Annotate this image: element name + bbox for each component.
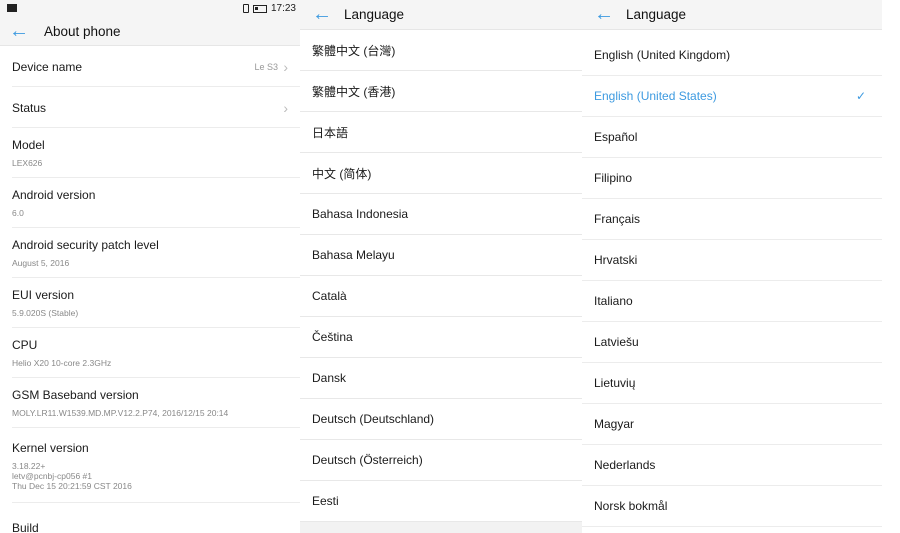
item-label: CPU (12, 338, 38, 352)
about-item-device-name[interactable]: Device name Le S3 › (0, 46, 300, 87)
language-label: Filipino (594, 171, 633, 185)
language-label: Català (312, 289, 347, 303)
language-option[interactable]: Deutsch (Deutschland) (300, 399, 582, 440)
language-option[interactable]: Deutsch (Österreich) (300, 440, 582, 481)
chevron-right-icon: › (283, 99, 288, 116)
item-label: Kernel version (12, 440, 89, 455)
language-label: Norsk bokmål (594, 499, 668, 513)
item-value: LEX626 (12, 158, 43, 168)
language-label: Lietuvių (594, 376, 636, 390)
about-item-kernel-version: Kernel version 3.18.22+ letv@pcnbj-cp056 #… (0, 428, 300, 503)
item-value-line: letv@pcnbj-cp056 #1 (12, 470, 92, 481)
item-label: Android security patch level (12, 238, 159, 252)
battery-icon (252, 4, 267, 13)
item-label: EUI version (12, 288, 75, 302)
language-option[interactable]: English (United States) ✓ (582, 76, 882, 117)
page-title: Language (626, 7, 687, 22)
language-screen-2: ← Language English (United Kingdom) Engli… (582, 0, 882, 533)
page-title: About phone (44, 24, 121, 39)
language-option[interactable]: Català (300, 276, 582, 317)
item-label: Status (12, 100, 47, 115)
item-value: Le S3 (254, 61, 278, 72)
language-label: Deutsch (Deutschland) (312, 412, 435, 426)
language-option[interactable]: Lietuvių (582, 363, 882, 404)
item-value: MOLY.LR11.W1539.MD.MP.V12.2.P74, 2016/12… (12, 408, 229, 418)
checkmark-icon: ✓ (855, 89, 866, 103)
about-item-model: Model LEX626 (0, 128, 300, 178)
app-bar: ← Language (300, 0, 582, 30)
language-option[interactable]: 繁體中文 (台灣) (300, 30, 582, 71)
about-item-status[interactable]: Status › (0, 87, 300, 128)
language-option[interactable]: Bahasa Indonesia (300, 194, 582, 235)
item-label: GSM Baseband version (12, 388, 139, 402)
item-label: Model (12, 138, 45, 152)
language-label: Bahasa Melayu (312, 248, 395, 262)
item-label: Build (12, 521, 39, 533)
about-item-build: Build (0, 503, 300, 533)
language-option[interactable]: Français (582, 199, 882, 240)
language-option[interactable]: Filipino (582, 158, 882, 199)
language-label: 中文 (简体) (312, 166, 372, 181)
language-label: Français (594, 212, 641, 226)
language-label: Dansk (312, 371, 347, 385)
language-option[interactable]: 日本語 (300, 112, 582, 153)
item-value: 5.9.020S (Stable) (12, 308, 79, 318)
language-label: Italiano (594, 294, 633, 308)
language-option[interactable]: Dansk (300, 358, 582, 399)
language-screen-1: ← Language 繁體中文 (台灣) 繁體中文 (香港) 日本語中文 (简体) B… (300, 0, 582, 533)
language-option[interactable]: English (United Kingdom) (582, 35, 882, 76)
language-option[interactable]: Norsk bokmål (582, 486, 882, 527)
item-value: 3.18.22+ letv@pcnbj-cp056 #1 Thu Dec 15 20… (12, 461, 286, 491)
language-label: Magyar (594, 417, 635, 431)
about-item-eui-version: EUI version 5.9.020S (Stable) (0, 278, 300, 328)
language-label: Nederlands (594, 458, 656, 472)
language-label: Bahasa Indonesia (312, 207, 409, 221)
back-arrow-icon[interactable]: ← (582, 0, 626, 29)
language-option[interactable]: Čeština (300, 317, 582, 358)
item-value: August 5, 2016 (12, 258, 70, 268)
back-arrow-icon[interactable]: ← (0, 18, 38, 45)
language-label: 繁體中文 (香港) (312, 84, 396, 99)
language-option[interactable]: Italiano (582, 281, 882, 322)
back-arrow-icon[interactable]: ← (300, 0, 344, 29)
app-bar: ← About phone (0, 18, 300, 46)
about-phone-screen: 17:23 ← About phone Device name Le S3 › Sta… (0, 0, 300, 533)
language-label: Eesti (312, 494, 339, 508)
page-title: Language (344, 7, 405, 22)
language-option[interactable]: Bahasa Melayu (300, 235, 582, 276)
clock: 17:23 (270, 3, 296, 14)
language-option[interactable]: Hrvatski (582, 240, 882, 281)
language-label: Čeština (312, 330, 353, 344)
language-option[interactable]: Español (582, 117, 882, 158)
language-option[interactable]: Eesti (300, 481, 582, 522)
chevron-right-icon: › (283, 58, 288, 75)
item-label: Device name (12, 59, 83, 74)
item-value: Helio X20 10-core 2.3GHz (12, 358, 112, 368)
language-label: English (United Kingdom) (594, 48, 731, 62)
language-label: 繁體中文 (台灣) (312, 43, 396, 58)
item-value-line: 3.18.22+ (12, 460, 46, 471)
item-value: 6.0 (12, 208, 24, 218)
language-option[interactable]: Latviešu (582, 322, 882, 363)
status-bar: 17:23 (0, 0, 300, 18)
item-label: Android version (12, 188, 96, 202)
about-item-gsm-baseband-version: GSM Baseband version MOLY.LR11.W1539.MD.M… (0, 378, 300, 428)
item-value-line: Thu Dec 15 20:21:59 CST 2016 (12, 480, 132, 491)
image-notification-icon (7, 4, 17, 12)
about-item-android-security-patch-level: Android security patch level August 5, 20… (0, 228, 300, 278)
language-label: 日本語 (312, 125, 349, 140)
language-label: Hrvatski (594, 253, 638, 267)
language-label: English (United States) (594, 89, 717, 103)
language-option[interactable]: Magyar (582, 404, 882, 445)
language-label: Latviešu (594, 335, 639, 349)
about-item-cpu: CPU Helio X20 10-core 2.3GHz (0, 328, 300, 378)
sim-icon (242, 4, 249, 13)
about-item-android-version: Android version 6.0 (0, 178, 300, 228)
app-bar: ← Language (582, 0, 882, 30)
language-label: Español (594, 130, 638, 144)
language-option[interactable]: 中文 (简体) (300, 153, 582, 194)
language-option[interactable]: 繁體中文 (香港) (300, 71, 582, 112)
language-option[interactable]: Nederlands (582, 445, 882, 486)
language-label: Deutsch (Österreich) (312, 453, 423, 467)
